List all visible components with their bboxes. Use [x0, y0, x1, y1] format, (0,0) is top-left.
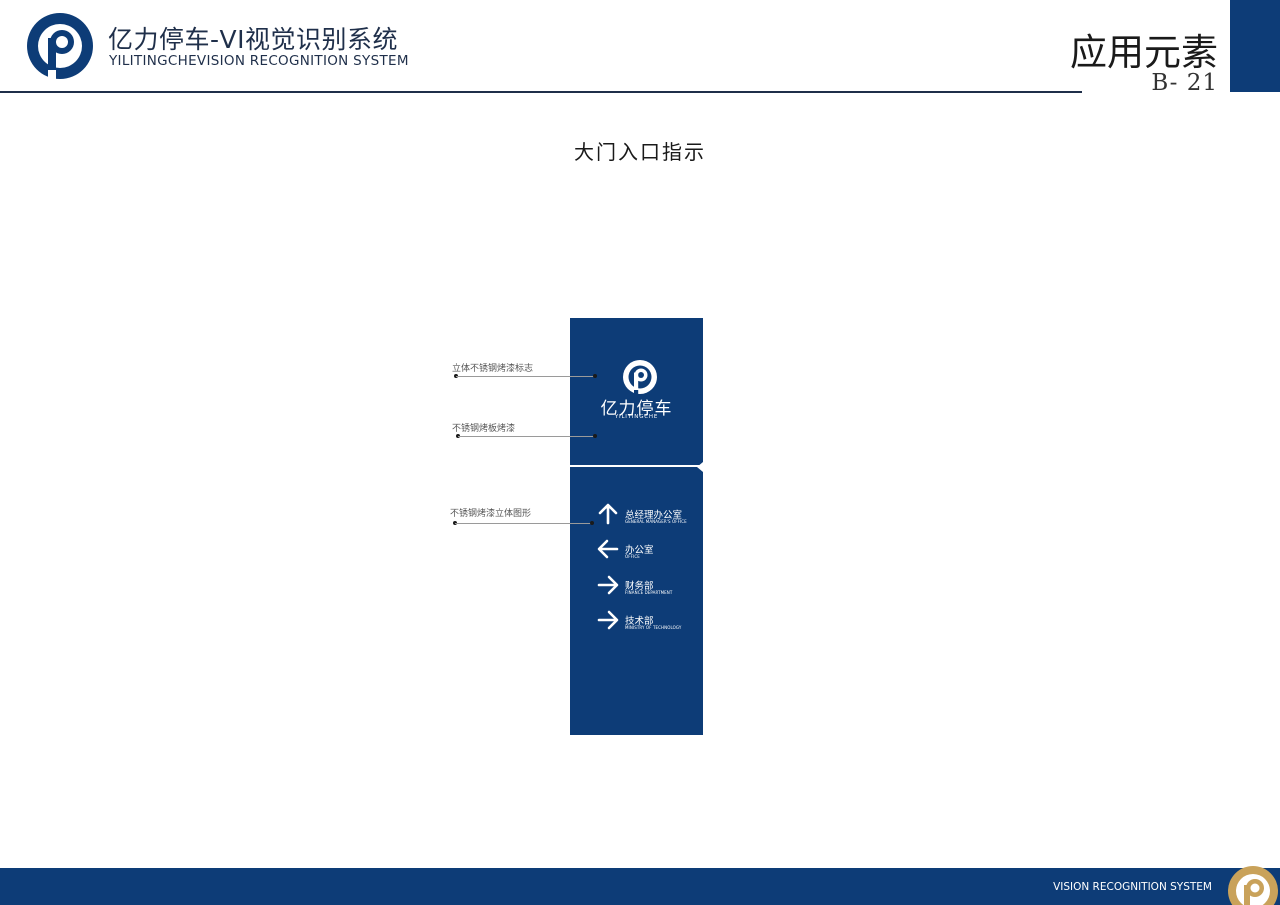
- page-number: B- 21: [1151, 70, 1218, 96]
- section-title: 应用元素: [1070, 31, 1218, 74]
- direction-row-office: 办公室 OFFICE: [596, 537, 700, 563]
- callout-line: [456, 376, 596, 377]
- footer-logo-icon: [1226, 864, 1280, 905]
- brand-logo-icon: [27, 13, 93, 80]
- page-heading: 大门入口指示: [574, 140, 706, 164]
- callout-dot: [590, 521, 594, 525]
- brand-title: 亿力停车-VI视觉识别系统: [108, 25, 398, 54]
- footer-text: VISION RECOGNITION SYSTEM: [1053, 881, 1212, 893]
- direction-label-en: OFFICE: [625, 554, 640, 559]
- callout-line: [455, 523, 593, 524]
- direction-label-en: MINISTRY OF TECHNOLOGY: [625, 625, 682, 630]
- sign-logo-icon: [623, 360, 657, 396]
- header-divider: [0, 91, 1082, 93]
- sign-brand-name-en: YILITINGCHE: [614, 414, 659, 420]
- direction-row-technology: 技术部 MINISTRY OF TECHNOLOGY: [596, 608, 700, 634]
- callout-dot: [593, 434, 597, 438]
- sign-notch: [697, 462, 703, 472]
- brand-subtitle: YILITINGCHEVISION RECOGNITION SYSTEM: [109, 53, 409, 69]
- callout-label-panel: 不锈钢烤板烤漆: [452, 424, 516, 434]
- direction-row-gm-office: 总经理办公室 GENERAL MANAGER'S OFFICE: [596, 502, 700, 528]
- arrow-up-icon: [598, 503, 618, 525]
- callout-label-logo: 立体不锈钢烤漆标志: [452, 364, 534, 374]
- arrow-left-icon: [597, 539, 619, 559]
- callout-line: [458, 436, 596, 437]
- corner-accent-block: [1230, 0, 1280, 92]
- direction-label-en: FINANCE DEPARTMENT: [625, 590, 673, 595]
- direction-label-en: GENERAL MANAGER'S OFFICE: [625, 519, 687, 524]
- callout-dot: [593, 374, 597, 378]
- callout-label-graphics: 不锈钢烤漆立体图形: [450, 509, 532, 519]
- arrow-right-icon: [597, 610, 619, 630]
- arrow-right-icon: [597, 575, 619, 595]
- direction-row-finance: 财务部 FINANCE DEPARTMENT: [596, 573, 700, 599]
